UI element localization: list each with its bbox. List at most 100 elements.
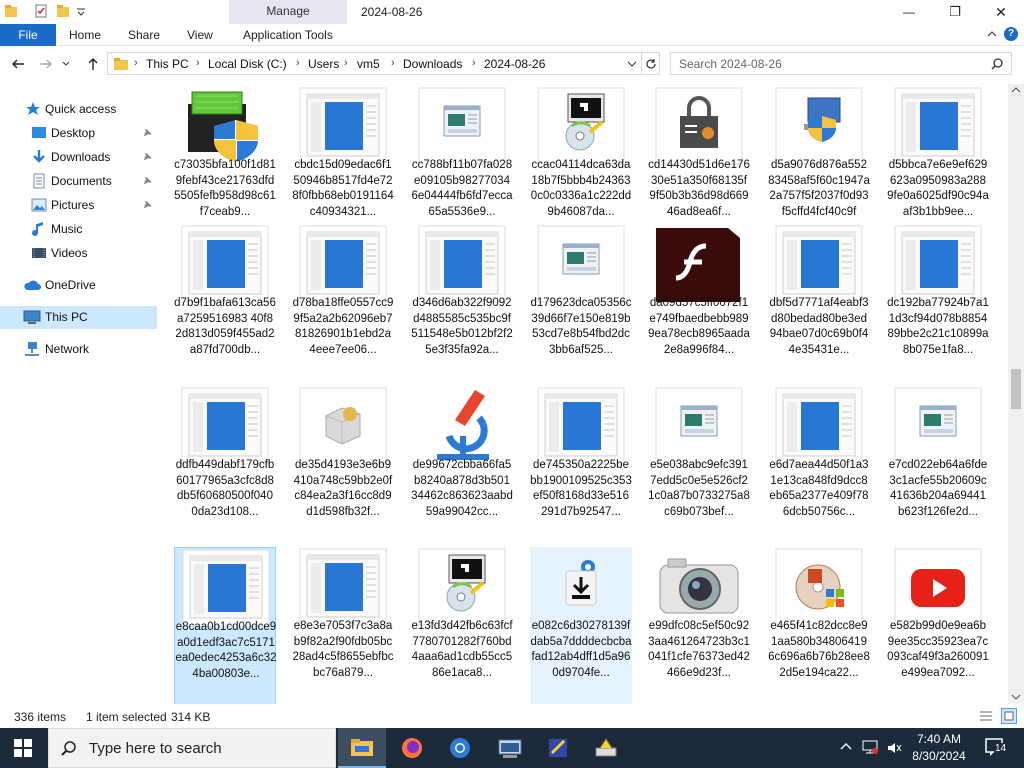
file-item[interactable]: cd14430d51d6e17630e51a350f68135f9f50b3b3… (648, 86, 750, 244)
action-center-button[interactable]: 14 (984, 737, 1008, 757)
taskbar-app-window[interactable] (486, 728, 534, 768)
sidebar-item-pictures[interactable]: Pictures (31, 194, 94, 216)
file-item[interactable]: ccac04114dca63da18b7f5bbb4b243630c0c0336… (530, 86, 632, 244)
taskbar-chrome[interactable] (436, 728, 484, 768)
minimize-button[interactable]: — (886, 0, 932, 24)
scroll-down-icon[interactable] (1011, 693, 1021, 701)
file-item[interactable]: e465f41c82dcc8e91aa580b348064196c696a6b7… (768, 547, 870, 704)
sidebar-item-network[interactable]: Network (23, 338, 89, 360)
forward-button[interactable] (37, 55, 55, 73)
desktop-icon (31, 125, 47, 141)
taskbar-search-box[interactable]: Type here to search (48, 728, 336, 768)
expand-ribbon-icon[interactable] (986, 28, 998, 40)
tab-application-tools[interactable]: Application Tools (243, 24, 333, 46)
sidebar-item-desktop[interactable]: Desktop (31, 122, 95, 144)
vertical-scrollbar[interactable] (1008, 84, 1024, 704)
file-item[interactable]: d5bbca7e6e9ef629623a0950983a2889fe0a6025… (887, 86, 989, 244)
sidebar-label: Videos (51, 246, 88, 260)
file-item[interactable]: e7cd022eb64a6fde3c1acfe55b20609c41636b20… (887, 386, 989, 544)
file-name: dbf5d7771af4eabf3d80bedad80be3ed94bae07d… (769, 297, 869, 356)
scrollbar-thumb[interactable] (1011, 369, 1021, 409)
sidebar-item-documents[interactable]: Documents (31, 170, 112, 192)
videos-icon (31, 245, 47, 261)
package-box-icon (298, 386, 388, 466)
breadcrumb-current-folder[interactable]: 2024-08-26 (484, 57, 545, 71)
pictures-icon (31, 197, 47, 213)
sidebar-item-onedrive[interactable]: OneDrive (23, 274, 96, 296)
recent-locations-button[interactable] (60, 55, 72, 73)
file-item[interactable]: de35d4193e3e6b9410a748c59bb2e0fc84ea2a3f… (292, 386, 394, 544)
file-item[interactable]: e082c6d30278139fdab5a7ddddecbcbafad12ab4… (530, 547, 632, 704)
volume-icon[interactable] (886, 740, 902, 756)
search-box[interactable]: Search 2024-08-26 (670, 52, 1012, 75)
customize-toolbar-icon[interactable] (76, 6, 86, 16)
file-item[interactable]: e8e3e7053f7c3a8ab9f82a2f90fdb05bc28ad4c5… (292, 547, 394, 704)
file-item[interactable]: d346d6ab322f9092d4885585c535bc9f511548e5… (411, 224, 513, 382)
window-title: 2024-08-26 (361, 5, 423, 19)
file-item[interactable]: de99672cbba66fa5b8240a878d3b50134462c863… (411, 386, 513, 544)
large-icons-view-icon[interactable] (1001, 708, 1017, 724)
show-hidden-icons-icon[interactable] (840, 741, 852, 751)
taskbar-firefox[interactable] (388, 728, 436, 768)
file-item[interactable]: d179623dca05356c39d66f7e150e819b53cd7e8b… (530, 224, 632, 382)
clock-date[interactable]: 8/30/2024 (906, 749, 972, 763)
address-dropdown-icon[interactable] (627, 59, 637, 69)
file-item[interactable]: e6d7aea44d50f1a31e13ca848fd9dcc8eb65a237… (768, 386, 870, 544)
file-item[interactable]: da09d57c5ff0072f1e749fbaedbebb9899ea78ec… (648, 224, 750, 382)
file-item[interactable]: e8caa0b1cd00dce9a0d1edf3ac7c5171ea0edec4… (174, 547, 277, 704)
file-name: e082c6d30278139fdab5a7ddddecbcbafad12ab4… (530, 620, 632, 679)
breadcrumb-vm5[interactable]: vm5 (357, 57, 380, 71)
sidebar-item-videos[interactable]: Videos (31, 242, 87, 264)
tab-view[interactable]: View (187, 24, 213, 46)
properties-icon[interactable] (34, 4, 48, 18)
file-item[interactable]: e5e038abc9efc3917edd5c0e5e526cf21c0a87b0… (648, 386, 750, 544)
folder-icon[interactable] (4, 4, 18, 18)
sidebar-item-downloads[interactable]: Downloads (31, 146, 110, 168)
breadcrumb-local-disk[interactable]: Local Disk (C:) (208, 57, 287, 71)
help-icon[interactable]: ? (1004, 27, 1018, 41)
sidebar-item-quick-access[interactable]: Quick access (25, 98, 116, 120)
new-folder-icon[interactable] (56, 4, 70, 18)
file-item[interactable]: dbf5d7771af4eabf3d80bedad80be3ed94bae07d… (768, 224, 870, 382)
clock-time[interactable]: 7:40 AM (911, 732, 967, 746)
up-button[interactable] (84, 55, 102, 73)
taskbar-tools-app[interactable] (582, 728, 630, 768)
file-item[interactable]: d78ba18ffe0557cc99f5a2a2b62096eb78182690… (292, 224, 394, 382)
start-button[interactable] (14, 739, 32, 757)
file-name: cc788bf11b07fa028e09105b982770346e04444f… (411, 159, 513, 218)
file-item[interactable]: ddfb449dabf179cfb60177965a3cfc8d8db5f606… (174, 386, 276, 544)
refresh-button[interactable] (642, 52, 660, 75)
address-bar[interactable]: › This PC › Local Disk (C:) › Users › vm… (107, 52, 642, 75)
file-item[interactable]: cc788bf11b07fa028e09105b982770346e04444f… (411, 86, 513, 244)
back-button[interactable] (9, 55, 27, 73)
taskbar-file-explorer[interactable] (338, 728, 386, 768)
breadcrumb-users[interactable]: Users (308, 57, 339, 71)
file-item[interactable]: de745350a2225bebb1900109525c353ef50f8168… (530, 386, 632, 544)
scroll-up-icon[interactable] (1011, 86, 1021, 94)
tab-share[interactable]: Share (128, 24, 160, 46)
network-status-icon[interactable] (861, 739, 879, 755)
sidebar-label: Pictures (51, 198, 95, 212)
file-name: c73035bfa100f1d819febf43ce21763dfd5505fe… (174, 159, 276, 218)
star-icon (25, 101, 41, 117)
file-tab[interactable]: File (0, 24, 56, 46)
details-view-icon[interactable] (979, 709, 993, 723)
file-item[interactable]: e582b99d0e9ea6b9ee35cc35923ea7c093caf49f… (887, 547, 989, 704)
sidebar-item-music[interactable]: Music (31, 218, 82, 240)
file-item[interactable]: c73035bfa100f1d819febf43ce21763dfd5505fe… (174, 86, 276, 244)
maximize-button[interactable]: ❐ (932, 0, 978, 24)
close-button[interactable]: ✕ (978, 0, 1024, 24)
file-item[interactable]: e13fd3d42fb6c63fcf7780701282f760bd4aaa6a… (411, 547, 513, 704)
file-item[interactable]: cbdc15d09edac6f150946b8517fd4e728f0fbb68… (292, 86, 394, 244)
file-list[interactable]: c73035bfa100f1d819febf43ce21763dfd5505fe… (160, 84, 1008, 704)
breadcrumb-downloads[interactable]: Downloads (403, 57, 462, 71)
tab-home[interactable]: Home (69, 24, 101, 46)
file-item[interactable]: dc192ba77924b7a11d3cf94d078b885489bbe2c2… (887, 224, 989, 382)
breadcrumb-this-pc[interactable]: This PC (146, 57, 189, 71)
file-item[interactable]: e99dfc08c5ef50c923aa461264723b3c1041f1cf… (648, 547, 750, 704)
taskbar-setup-app[interactable] (534, 728, 582, 768)
file-name: e5e038abc9efc3917edd5c0e5e526cf21c0a87b0… (648, 459, 750, 518)
file-item[interactable]: d7b9f1bafa613ca56a7259516983 40f82d813d0… (174, 224, 276, 382)
file-item[interactable]: d5a9076d876a55283458af5f60c1947a2a757f5f… (768, 86, 870, 244)
sidebar-item-this-pc[interactable]: This PC (23, 306, 88, 328)
